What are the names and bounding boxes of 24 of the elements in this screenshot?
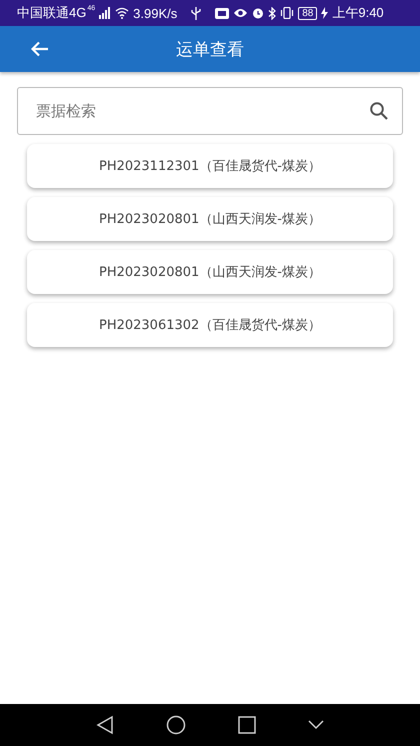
battery-indicator: 88: [298, 6, 318, 20]
recent-apps-icon[interactable]: [238, 716, 256, 734]
wifi-icon: [115, 7, 130, 19]
waybill-list-item[interactable]: PH2023020801（山西天润发-煤炭）: [27, 197, 393, 241]
bluetooth-icon: [268, 6, 276, 20]
search-field[interactable]: 票据检索: [17, 87, 403, 135]
home-icon[interactable]: [166, 715, 186, 735]
vibrate-icon: [280, 7, 294, 19]
back-icon[interactable]: [96, 715, 114, 735]
alarm-clock-icon: [252, 7, 264, 19]
speed-text: 3.99K/s: [133, 6, 178, 20]
waybill-list-item[interactable]: PH2023112301（百佳晟货代-煤炭）: [27, 144, 393, 188]
carrier-text: 中国联通4G: [17, 4, 86, 22]
waybill-list-item[interactable]: PH2023020801（山西天润发-煤炭）: [27, 250, 393, 294]
waybill-list-item[interactable]: PH2023061302（百佳晟货代-煤炭）: [27, 303, 393, 347]
signal-icon: [99, 7, 112, 19]
page-title: 运单查看: [176, 38, 244, 60]
search-icon[interactable]: [369, 101, 389, 121]
chevron-down-icon[interactable]: [308, 720, 324, 730]
eye-icon: [233, 8, 248, 18]
hd-icon: [215, 8, 230, 18]
usb-icon: [191, 6, 202, 20]
clock-text: 上午9:40: [332, 4, 384, 22]
charging-icon: [321, 7, 328, 19]
